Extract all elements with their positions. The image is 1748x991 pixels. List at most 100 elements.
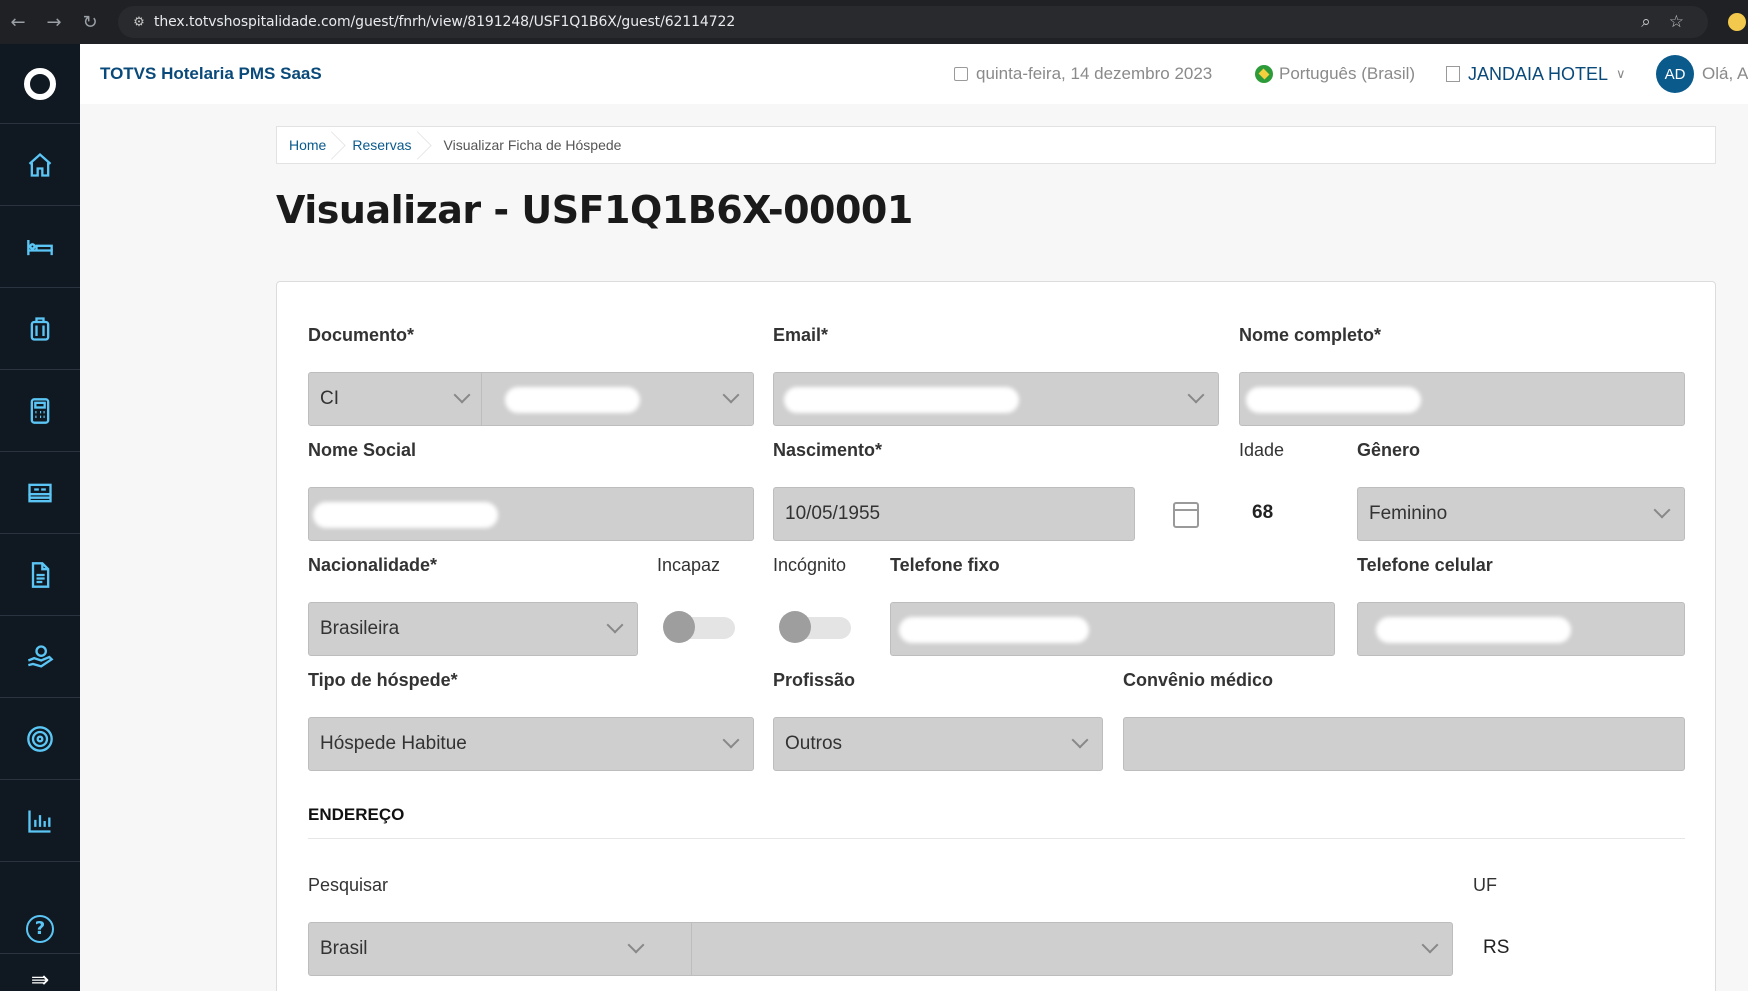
room-icon xyxy=(28,483,52,502)
guest-form-card: Documento* CI Email* Nome completo* Nome… xyxy=(276,281,1716,991)
luggage-icon xyxy=(30,316,50,341)
chevron-down-icon xyxy=(1653,501,1671,519)
chevron-down-icon xyxy=(453,386,471,404)
calendar-icon[interactable] xyxy=(1173,502,1199,528)
breadcrumb-home[interactable]: Home xyxy=(277,127,340,163)
nacionalidade-select[interactable]: Brasileira xyxy=(308,602,638,656)
sidebar-item-target[interactable] xyxy=(0,698,80,780)
greeting[interactable]: Olá, A xyxy=(1702,64,1748,84)
documento-label: Documento* xyxy=(308,325,415,345)
chevron-down-icon xyxy=(1071,731,1089,749)
pesquisar-field: Brasil xyxy=(308,922,1453,976)
idade-value: 68 xyxy=(1252,502,1274,523)
reload-icon[interactable]: ↻ xyxy=(72,0,108,44)
telefone-celular-label: Telefone celular xyxy=(1357,555,1493,575)
telefone-celular-field[interactable] xyxy=(1357,602,1685,656)
endereco-section-title: ENDEREÇO xyxy=(308,805,405,824)
breadcrumb-reservas[interactable]: Reservas xyxy=(340,127,425,163)
tipo-hospede-value: Hóspede Habitue xyxy=(320,733,467,754)
totvs-logo[interactable] xyxy=(0,44,80,124)
chevron-down-icon: ∨ xyxy=(1616,66,1626,81)
convenio-label: Convênio médico xyxy=(1123,670,1274,690)
chevron-down-icon xyxy=(606,616,624,634)
document-icon xyxy=(31,561,50,588)
hotel-selector[interactable]: JANDAIA HOTEL ∨ xyxy=(1446,64,1626,85)
telefone-fixo-label: Telefone fixo xyxy=(890,555,1000,575)
site-info-icon[interactable]: ⚙ xyxy=(124,15,154,30)
nome-social-field[interactable] xyxy=(308,487,754,541)
genero-value: Feminino xyxy=(1369,503,1448,524)
address-bar[interactable]: ⚙ thex.totvshospitalidade.com/guest/fnrh… xyxy=(118,6,1708,38)
help-button[interactable]: ? xyxy=(0,904,80,954)
redacted-mobile xyxy=(1376,617,1571,643)
sidebar-item-finance[interactable] xyxy=(0,616,80,698)
expand-menu-icon[interactable]: ⇛ xyxy=(0,954,80,991)
incognito-label: Incógnito xyxy=(773,555,847,575)
incapaz-toggle[interactable] xyxy=(663,611,735,643)
tipo-hospede-label: Tipo de hóspede* xyxy=(308,670,458,690)
avatar[interactable]: AD xyxy=(1656,55,1694,93)
language-selector[interactable]: Português (Brasil) xyxy=(1255,64,1415,84)
sidebar-item-rooms[interactable] xyxy=(0,452,80,534)
zoom-icon[interactable]: ⌕ xyxy=(1641,12,1651,32)
calendar-icon xyxy=(954,67,968,81)
documento-field: CI xyxy=(308,372,754,426)
brazil-flag-icon xyxy=(1255,65,1273,83)
sidebar-item-documents[interactable] xyxy=(0,534,80,616)
chevron-down-icon xyxy=(1187,386,1205,404)
email-field[interactable] xyxy=(773,372,1219,426)
hand-money-icon xyxy=(27,644,54,668)
sidebar: ? ⇛ xyxy=(0,44,80,991)
page-title: Visualizar - USF1Q1B6X-00001 xyxy=(276,188,913,232)
header-date: quinta-feira, 14 dezembro 2023 xyxy=(954,64,1212,84)
hotel-name: JANDAIA HOTEL xyxy=(1468,63,1609,84)
url-text[interactable]: thex.totvshospitalidade.com/guest/fnrh/v… xyxy=(154,14,735,30)
sidebar-item-billing[interactable] xyxy=(0,370,80,452)
email-label: Email* xyxy=(773,325,829,345)
chevron-down-icon xyxy=(722,386,740,404)
country-select[interactable]: Brasil xyxy=(320,938,368,960)
calculator-icon xyxy=(30,397,50,424)
redacted-full-name xyxy=(1246,387,1421,413)
sidebar-item-home[interactable] xyxy=(0,124,80,206)
genero-label: Gênero xyxy=(1357,440,1421,460)
forward-icon[interactable]: → xyxy=(36,0,72,44)
nascimento-field[interactable]: 10/05/1955 xyxy=(773,487,1135,541)
extension-icon[interactable] xyxy=(1728,13,1746,31)
back-icon[interactable]: ← xyxy=(0,0,36,44)
bookmark-star-icon[interactable]: ☆ xyxy=(1669,12,1684,32)
help-icon: ? xyxy=(26,914,54,943)
document-type-select[interactable]: CI xyxy=(320,388,339,410)
language-text: Português (Brasil) xyxy=(1279,64,1416,83)
tipo-hospede-select[interactable]: Hóspede Habitue xyxy=(308,717,754,771)
genero-select[interactable]: Feminino xyxy=(1357,487,1685,541)
incapaz-label: Incapaz xyxy=(657,555,721,575)
uf-label: UF xyxy=(1473,875,1497,895)
uf-value: RS xyxy=(1483,937,1510,958)
profissao-value: Outros xyxy=(785,733,843,754)
nome-social-label: Nome Social xyxy=(308,440,417,460)
nacionalidade-label: Nacionalidade* xyxy=(308,555,438,575)
incognito-toggle[interactable] xyxy=(779,611,851,643)
bed-icon xyxy=(27,239,53,255)
date-text: quinta-feira, 14 dezembro 2023 xyxy=(976,64,1213,83)
sidebar-item-reservations[interactable] xyxy=(0,206,80,288)
profissao-select[interactable]: Outros xyxy=(773,717,1103,771)
top-header: TOTVS Hotelaria PMS SaaS quinta-feira, 1… xyxy=(80,44,1748,104)
app-title[interactable]: TOTVS Hotelaria PMS SaaS xyxy=(100,64,322,84)
redacted-email xyxy=(784,387,1019,413)
chevron-down-icon xyxy=(1421,936,1439,954)
chevron-down-icon xyxy=(722,731,740,749)
building-icon xyxy=(1446,66,1460,82)
sidebar-item-checkin[interactable] xyxy=(0,288,80,370)
sidebar-item-reports[interactable] xyxy=(0,780,80,862)
report-chart-icon xyxy=(28,810,51,833)
redacted-document-number[interactable] xyxy=(505,387,640,413)
breadcrumb-current: Visualizar Ficha de Hóspede xyxy=(443,137,622,153)
convenio-field[interactable] xyxy=(1123,717,1685,771)
nome-completo-field[interactable] xyxy=(1239,372,1685,426)
browser-toolbar: ← → ↻ ⚙ thex.totvshospitalidade.com/gues… xyxy=(0,0,1748,44)
profissao-label: Profissão xyxy=(773,670,856,690)
pesquisar-label: Pesquisar xyxy=(308,875,389,895)
telefone-fixo-field[interactable] xyxy=(890,602,1335,656)
